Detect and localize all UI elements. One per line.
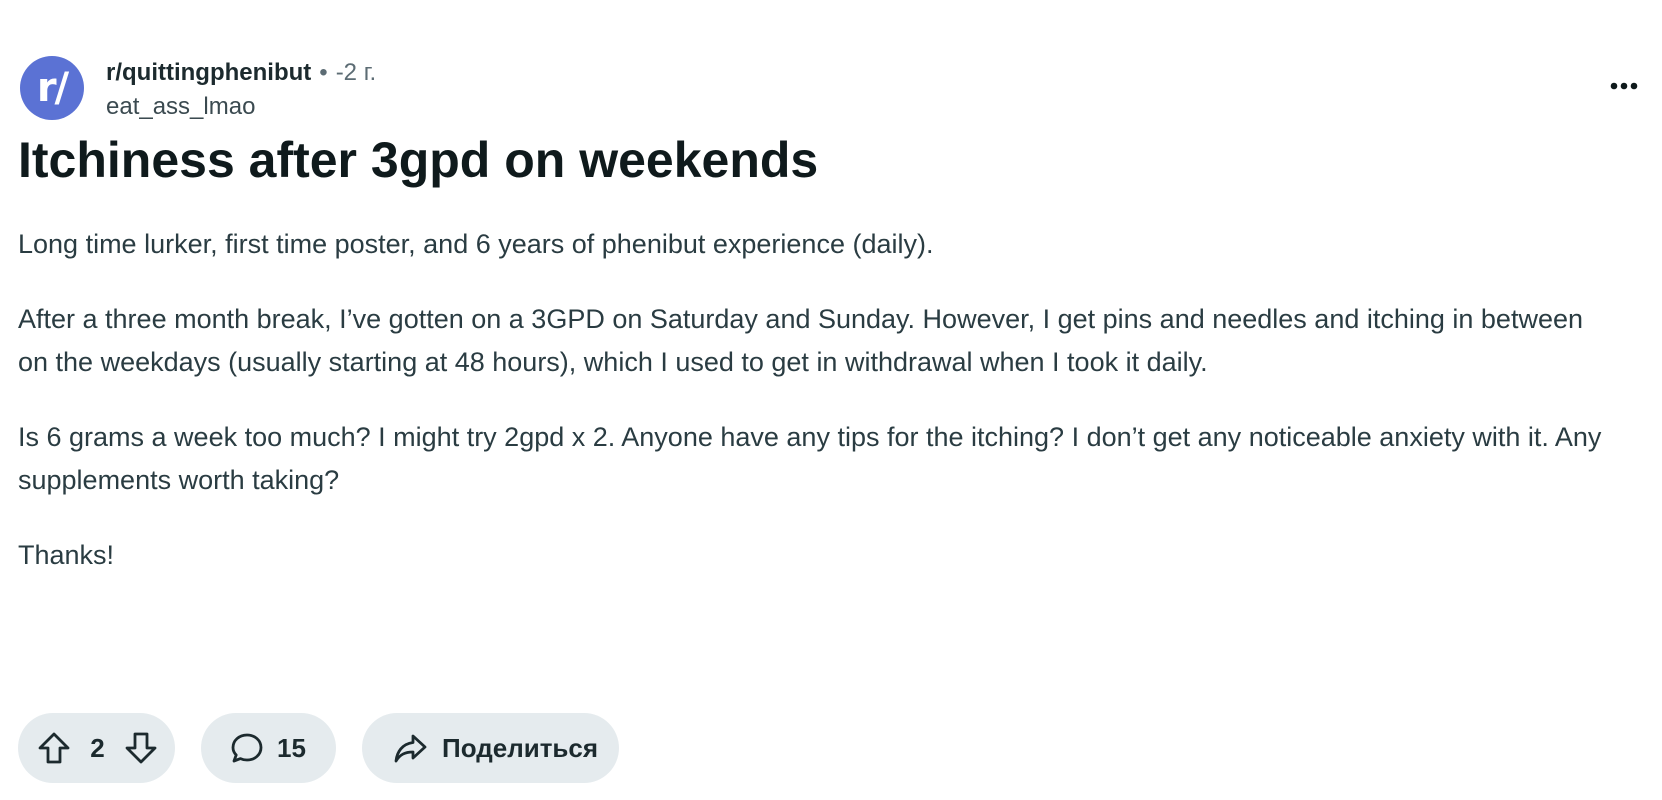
post-header: r/ r/quittingphenibut • -2 г. eat_ass_lmao [20,56,1644,122]
post-meta: r/quittingphenibut • -2 г. eat_ass_lmao [106,58,376,122]
vote-control: 2 [18,713,175,783]
meta-separator: • [319,59,328,86]
post-container: r/ r/quittingphenibut • -2 г. eat_ass_lmao… [18,0,1644,800]
post-body: Long time lurker, first time poster, and… [18,223,1618,609]
body-paragraph: Long time lurker, first time poster, and… [18,229,934,259]
body-paragraph: Is 6 grams a week too much? I might try … [18,422,1602,495]
speech-bubble-icon [229,730,265,766]
share-arrow-icon [392,730,428,766]
comments-button[interactable]: 15 [201,713,336,783]
post-age: -2 г. [335,59,377,86]
arrow-up-icon [36,730,72,766]
subreddit-avatar[interactable]: r/ [20,56,84,120]
body-paragraph: After a three month break, I’ve gotten o… [18,304,1583,377]
post-title[interactable]: Itchiness after 3gpd on weekends [18,130,818,190]
subreddit-link[interactable]: r/quittingphenibut [106,59,311,86]
overflow-menu-button[interactable] [1604,66,1644,106]
avatar-text: r/ [36,65,69,111]
downvote-button[interactable] [119,726,163,770]
more-horizontal-icon [1610,82,1638,90]
vote-count: 2 [90,732,105,763]
share-label: Поделиться [442,732,599,763]
comment-count: 15 [277,732,306,763]
meta-line: r/quittingphenibut • -2 г. [106,58,376,88]
share-button[interactable]: Поделиться [362,713,619,783]
body-paragraph: Thanks! [18,540,115,570]
upvote-button[interactable] [32,726,76,770]
arrow-down-icon [123,730,159,766]
post-action-bar: 2 15 Поделиться [18,713,619,783]
author-link[interactable]: eat_ass_lmao [106,92,376,122]
